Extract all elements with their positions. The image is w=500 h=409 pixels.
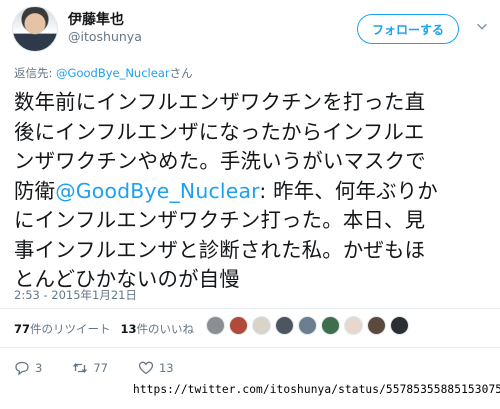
- reply-icon: [15, 361, 29, 376]
- liker-avatar[interactable]: [344, 316, 363, 335]
- reply-count: 3: [35, 361, 43, 375]
- retweet-stat-count: 77: [14, 322, 31, 336]
- chevron-down-icon[interactable]: [474, 19, 490, 35]
- liker-avatar[interactable]: [298, 316, 317, 335]
- liker-avatar[interactable]: [206, 316, 225, 335]
- screen-name[interactable]: @itoshunya: [68, 29, 142, 44]
- retweet-button[interactable]: 77: [72, 360, 108, 376]
- display-name[interactable]: 伊藤隼也: [68, 9, 124, 29]
- tweet-text-segment: : 昨年、何年ぶりか: [259, 178, 438, 203]
- retweet-stat[interactable]: 77件のリツイート: [14, 321, 111, 337]
- like-stat-count: 13: [120, 322, 137, 336]
- retweet-icon: [73, 362, 88, 374]
- heart-icon: [138, 361, 154, 375]
- reply-mention-link[interactable]: @GoodBye_Nuclear: [56, 66, 170, 80]
- reply-context: 返信先: @GoodBye_Nuclearさん: [14, 65, 193, 81]
- tweet-text: 数年前にインフルエンザワクチンを打った直 後にインフルエンザになったからインフル…: [14, 88, 492, 295]
- liker-avatars: [206, 316, 409, 335]
- tweet-line: 防衛@GoodBye_Nuclear: 昨年、何年ぶりか: [14, 177, 492, 207]
- tweet-line: にインフルエンザワクチン打った。本日、見: [14, 208, 426, 232]
- source-url: https://twitter.com/itoshunya/status/557…: [133, 383, 500, 396]
- divider: [0, 347, 500, 348]
- divider: [0, 308, 500, 309]
- liker-avatar[interactable]: [252, 316, 271, 335]
- liker-avatar[interactable]: [390, 316, 409, 335]
- tweet-stats: 77件のリツイート 13件のいいね: [14, 321, 194, 337]
- tweet-line: 数年前にインフルエンザワクチンを打った直: [14, 90, 426, 114]
- retweet-stat-label: 件のリツイート: [30, 322, 111, 336]
- retweet-count: 77: [93, 361, 108, 375]
- reply-button[interactable]: 3: [14, 360, 42, 376]
- avatar[interactable]: [12, 6, 58, 52]
- tweet-mention-link[interactable]: @GoodBye_Nuclear: [55, 179, 259, 203]
- follow-button[interactable]: フォローする: [357, 14, 459, 44]
- liker-avatar[interactable]: [229, 316, 248, 335]
- reply-prefix: 返信先:: [14, 66, 57, 80]
- tweet-text-segment: 防衛: [14, 178, 56, 203]
- like-button[interactable]: 13: [138, 360, 174, 376]
- tweet-actions: 3 77 13: [14, 360, 204, 376]
- liker-avatar[interactable]: [367, 316, 386, 335]
- like-count: 13: [158, 361, 174, 375]
- like-stat[interactable]: 13件のいいね: [121, 321, 195, 337]
- reply-suffix: さん: [169, 66, 193, 80]
- like-stat-label: 件のいいね: [136, 322, 195, 336]
- tweet-line: 後にインフルエンザになったからインフルエ: [14, 119, 425, 144]
- tweet-line: ンザワクチンやめた。手洗いうがいマスクで: [14, 149, 426, 173]
- liker-avatar[interactable]: [275, 316, 294, 335]
- liker-avatar[interactable]: [321, 316, 340, 335]
- tweet-card: 伊藤隼也 @itoshunya フォローする 返信先: @GoodBye_Nuc…: [0, 0, 500, 409]
- tweet-timestamp[interactable]: 2:53 - 2015年1月21日: [14, 287, 137, 303]
- tweet-line: 事インフルエンザと診断された私。かぜもほ: [14, 237, 426, 262]
